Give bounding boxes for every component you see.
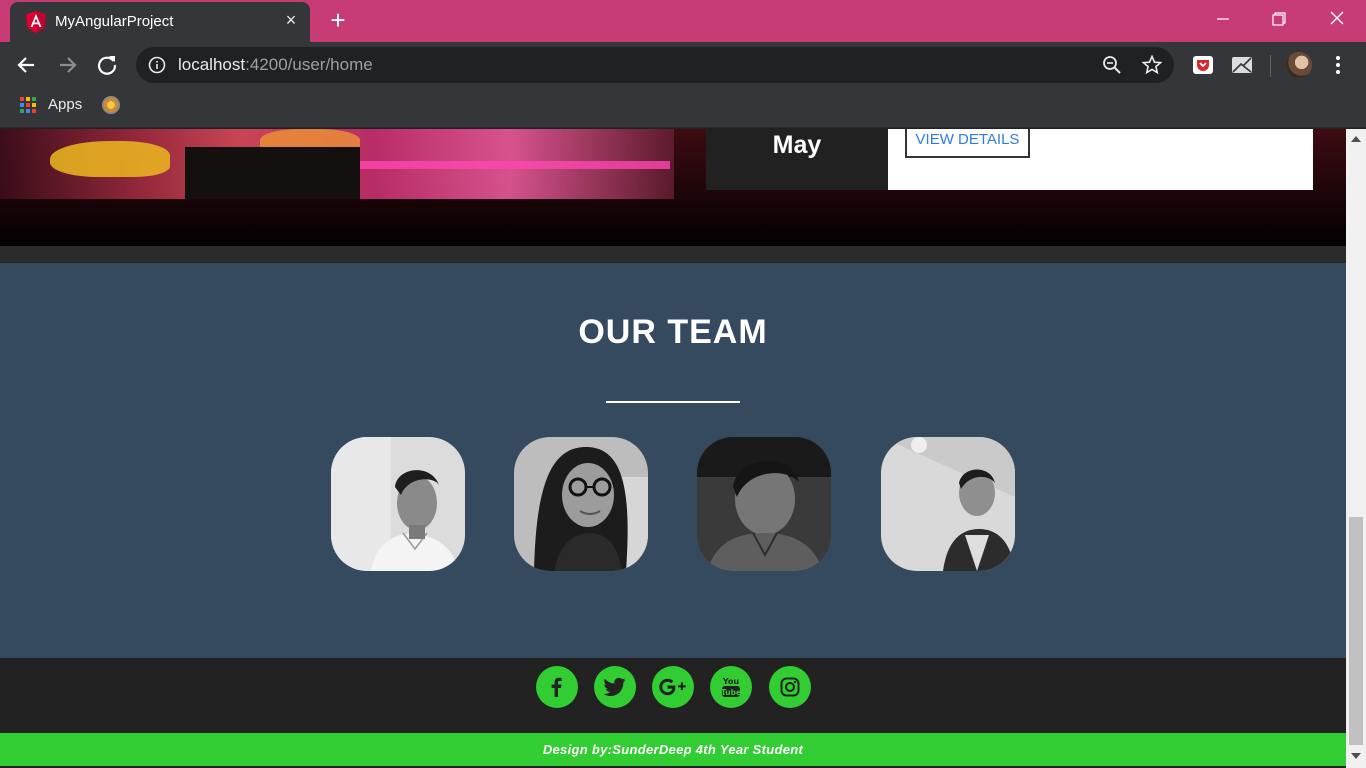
tab-close-icon[interactable]: × (282, 11, 300, 29)
team-heading: OUR TEAM (578, 313, 768, 351)
team-member-photo[interactable] (697, 437, 831, 571)
bookmark-favicon-icon[interactable] (102, 96, 120, 114)
tab-strip: MyAngularProject × + (0, 0, 1366, 42)
zoom-out-icon[interactable] (1102, 55, 1122, 75)
pocket-extension-icon[interactable] (1192, 54, 1214, 76)
youtube-icon: You Tube (721, 677, 741, 697)
instagram-icon (780, 677, 800, 697)
banner-decoration (50, 141, 170, 177)
page-scrollbar[interactable] (1346, 129, 1366, 768)
footer-credit: Design by:SunderDeep 4th Year Student (0, 733, 1346, 766)
info-icon[interactable] (148, 56, 166, 74)
new-tab-icon[interactable]: + (326, 7, 350, 33)
view-details-button[interactable]: VIEW DETAILS (905, 129, 1030, 158)
event-month: May (772, 131, 822, 159)
url-host: localhost (178, 55, 246, 74)
team-member-photo[interactable] (514, 437, 648, 571)
bookmarks-bar: Apps (0, 88, 1366, 128)
event-card: May VIEW DETAILS (706, 129, 1313, 190)
address-bar[interactable]: localhost:4200/user/home (136, 47, 1174, 83)
minimize-icon[interactable] (1209, 6, 1237, 34)
page-viewport: May VIEW DETAILS OUR TEAM You Tube Desig… (0, 129, 1346, 768)
forward-arrow-icon[interactable] (54, 52, 80, 78)
facebook-icon (551, 677, 562, 697)
twitter-icon (604, 677, 626, 697)
events-banner: May VIEW DETAILS (0, 129, 1346, 246)
kebab-menu-icon[interactable] (1330, 52, 1346, 78)
bookmark-apps-label[interactable]: Apps (48, 96, 82, 113)
heading-underline (606, 401, 740, 403)
member-photo-image (697, 437, 831, 571)
scrollbar-thumb[interactable] (1349, 517, 1363, 745)
twitter-button[interactable] (594, 666, 636, 708)
event-date-box: May (706, 129, 888, 190)
team-member-photo[interactable] (331, 437, 465, 571)
tab-title: MyAngularProject (55, 13, 174, 30)
url-path: :4200/user/home (245, 55, 373, 74)
svg-text:You: You (722, 677, 740, 686)
browser-toolbar: localhost:4200/user/home (0, 42, 1366, 88)
facebook-button[interactable] (536, 666, 578, 708)
banner-light-strip (360, 161, 670, 169)
mail-extension-icon[interactable] (1231, 54, 1253, 76)
member-photo-image (881, 437, 1015, 571)
member-photo-image (514, 437, 648, 571)
instagram-button[interactable] (769, 666, 811, 708)
back-arrow-icon[interactable] (14, 52, 40, 78)
angular-logo-icon (26, 11, 46, 33)
team-section: OUR TEAM (0, 263, 1346, 658)
bookmark-star-icon[interactable] (1142, 55, 1162, 75)
google-plus-button[interactable] (652, 666, 694, 708)
social-links-bar: You Tube (0, 658, 1346, 733)
banner-floor (0, 199, 1346, 246)
member-photo-image (331, 437, 465, 571)
url-text[interactable]: localhost:4200/user/home (178, 55, 373, 75)
svg-text:Tube: Tube (721, 688, 741, 697)
youtube-button[interactable]: You Tube (710, 666, 752, 708)
team-member-photo[interactable] (881, 437, 1015, 571)
close-window-icon[interactable] (1323, 6, 1351, 34)
google-plus-icon (659, 678, 686, 696)
browser-tab[interactable]: MyAngularProject × (10, 2, 310, 42)
section-divider (0, 246, 1346, 263)
profile-avatar[interactable] (1286, 52, 1312, 78)
reload-icon[interactable] (94, 52, 120, 78)
scroll-up-arrow-icon[interactable] (1351, 136, 1361, 142)
apps-grid-icon[interactable] (20, 97, 36, 113)
restore-icon[interactable] (1265, 6, 1293, 34)
toolbar-separator (1270, 55, 1271, 77)
scroll-down-arrow-icon[interactable] (1351, 753, 1361, 759)
